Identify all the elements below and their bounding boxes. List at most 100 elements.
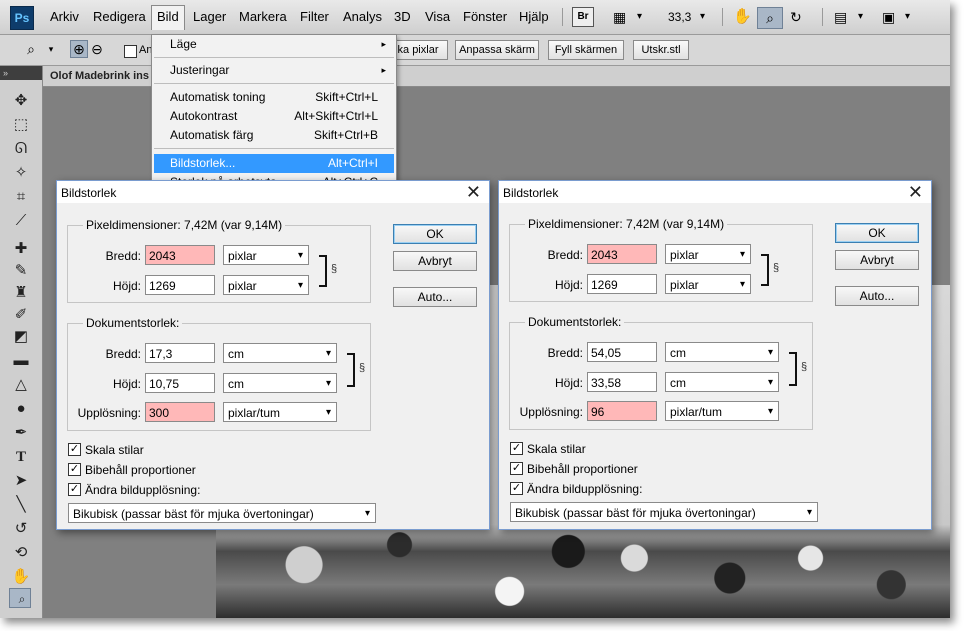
hand-tool-icon[interactable]: ✋ <box>9 566 33 588</box>
lasso-tool-icon[interactable]: ᘏ <box>9 138 33 160</box>
menu-visa[interactable]: Visa <box>425 9 450 24</box>
chevron-down-icon[interactable]: ▾ <box>42 40 60 58</box>
auto-button[interactable]: Auto... <box>835 286 919 306</box>
bridge-button[interactable]: Br <box>572 7 594 27</box>
move-tool-icon[interactable]: ✥ <box>9 90 33 112</box>
doc-width-input[interactable]: 54,05 <box>587 342 657 362</box>
brush-tool-icon[interactable]: ✎ <box>9 260 33 282</box>
close-icon[interactable]: ✕ <box>466 182 481 202</box>
resample-method-select[interactable]: Bikubisk (passar bäst för mjuka övertoni… <box>510 502 818 522</box>
menu-analys[interactable]: Analys <box>343 9 382 24</box>
tools-panel-header[interactable]: » <box>0 66 42 80</box>
fill-screen-button[interactable]: Fyll skärmen <box>548 40 624 60</box>
healing-brush-tool-icon[interactable]: ✚ <box>9 238 33 260</box>
doc-height-input[interactable]: 10,75 <box>145 373 215 393</box>
resolution-unit-select[interactable]: pixlar/tum ▾ <box>665 401 779 421</box>
close-icon[interactable]: ✕ <box>908 182 923 202</box>
doc-height-unit-select[interactable]: cm ▾ <box>223 373 337 393</box>
cancel-button[interactable]: Avbryt <box>835 250 919 270</box>
pixel-height-input[interactable]: 1269 <box>145 275 215 295</box>
dodge-tool-icon[interactable]: ● <box>9 398 33 420</box>
menu-filter[interactable]: Filter <box>300 9 329 24</box>
doc-height-unit-select[interactable]: cm ▾ <box>665 372 779 392</box>
menu-item-automatisk-farg[interactable]: Automatisk färg Skift+Ctrl+B <box>154 126 394 145</box>
doc-height-input[interactable]: 33,58 <box>587 372 657 392</box>
chevron-down-icon[interactable]: ▾ <box>858 7 863 27</box>
keep-proportions-checkbox[interactable]: ✓ <box>68 463 81 476</box>
auto-button[interactable]: Auto... <box>393 287 477 307</box>
eraser-tool-icon[interactable]: ◩ <box>9 326 33 348</box>
menu-item-automatisk-toning[interactable]: Automatisk toning Skift+Ctrl+L <box>154 88 394 107</box>
hand-icon[interactable]: ✋ <box>733 7 752 27</box>
fit-screen-button[interactable]: Anpassa skärm <box>455 40 539 60</box>
type-tool-icon[interactable]: T <box>9 446 33 468</box>
arrange-documents-icon[interactable]: ▤ <box>834 7 847 27</box>
scale-styles-checkbox[interactable]: ✓ <box>510 442 523 455</box>
gradient-tool-icon[interactable]: ▬ <box>9 350 33 372</box>
print-size-button[interactable]: Utskr.stl <box>633 40 689 60</box>
eyedropper-tool-icon[interactable]: ⟋ <box>9 210 33 232</box>
path-selection-tool-icon[interactable]: ➤ <box>9 470 33 492</box>
zoom-in-icon[interactable]: ⊕ <box>70 40 88 58</box>
pixel-width-unit-select[interactable]: pixlar ▾ <box>223 245 309 265</box>
resample-checkbox[interactable]: ✓ <box>510 482 523 495</box>
chevron-down-icon[interactable]: ▾ <box>700 7 705 27</box>
line-tool-icon[interactable]: ╲ <box>9 494 33 516</box>
3d-rotate-tool-icon[interactable]: ↺ <box>9 518 33 540</box>
cancel-button[interactable]: Avbryt <box>393 251 477 271</box>
menu-item-justeringar[interactable]: Justeringar ▸ <box>154 61 394 80</box>
pixel-width-input[interactable]: 2043 <box>145 245 215 265</box>
zoom-level[interactable]: 33,3 <box>668 7 691 27</box>
resample-method-select[interactable]: Bikubisk (passar bäst för mjuka övertoni… <box>68 503 376 523</box>
resolution-unit-select[interactable]: pixlar/tum ▾ <box>223 402 337 422</box>
doc-width-unit-select[interactable]: cm ▾ <box>223 343 337 363</box>
chevron-down-icon[interactable]: ▾ <box>637 7 642 27</box>
zoom-tool-icon[interactable]: ⌕ <box>22 40 40 58</box>
ok-button[interactable]: OK <box>393 224 477 244</box>
menu-item-lage[interactable]: Läge ▸ <box>154 35 394 54</box>
menu-bild[interactable]: Bild <box>151 5 185 30</box>
resample-checkbox[interactable]: ✓ <box>68 483 81 496</box>
menu-arkiv[interactable]: Arkiv <box>50 9 79 24</box>
rotate-view-icon[interactable]: ↻ <box>790 7 802 27</box>
marquee-tool-icon[interactable]: ⬚ <box>9 114 33 136</box>
menu-item-autokontrast[interactable]: Autokontrast Alt+Skift+Ctrl+L <box>154 107 394 126</box>
pen-tool-icon[interactable]: ✒ <box>9 422 33 444</box>
chevron-down-icon[interactable]: ▾ <box>905 7 910 27</box>
film-strip-icon[interactable]: ▦ <box>613 7 626 27</box>
menu-markera[interactable]: Markera <box>239 9 287 24</box>
menu-item-bildstorlek[interactable]: Bildstorlek... Alt+Ctrl+I <box>154 154 394 173</box>
crop-tool-icon[interactable]: ⌗ <box>9 186 33 208</box>
doc-width-unit-select[interactable]: cm ▾ <box>665 342 779 362</box>
history-brush-tool-icon[interactable]: ✐ <box>9 304 33 326</box>
pixel-width-input[interactable]: 2043 <box>587 244 657 264</box>
resize-windows-checkbox[interactable] <box>124 45 137 58</box>
pixel-height-unit-select[interactable]: pixlar ▾ <box>223 275 309 295</box>
clone-stamp-tool-icon[interactable]: ♜ <box>9 282 33 304</box>
zoom-out-icon[interactable]: ⊖ <box>88 40 106 58</box>
zoom-tool-selected-icon[interactable]: ⌕ <box>9 588 31 608</box>
menu-3d[interactable]: 3D <box>394 9 411 24</box>
pixel-width-unit-select[interactable]: pixlar ▾ <box>665 244 751 264</box>
menu-hjalp[interactable]: Hjälp <box>519 9 549 24</box>
actual-pixels-button[interactable]: ka pixlar <box>388 40 448 60</box>
dialog-titlebar[interactable]: Bildstorlek ✕ <box>57 181 489 203</box>
screen-mode-icon[interactable]: ▣ <box>882 7 895 27</box>
pixel-height-unit-select[interactable]: pixlar ▾ <box>665 274 751 294</box>
pixel-height-input[interactable]: 1269 <box>587 274 657 294</box>
doc-width-input[interactable]: 17,3 <box>145 343 215 363</box>
scale-styles-checkbox[interactable]: ✓ <box>68 443 81 456</box>
keep-proportions-checkbox[interactable]: ✓ <box>510 462 523 475</box>
blur-tool-icon[interactable]: △ <box>9 374 33 396</box>
resolution-input[interactable]: 96 <box>587 401 657 421</box>
menu-redigera[interactable]: Redigera <box>93 9 146 24</box>
3d-orbit-tool-icon[interactable]: ⟲ <box>9 542 33 564</box>
zoom-icon[interactable]: ⌕ <box>757 7 783 29</box>
ok-button[interactable]: OK <box>835 223 919 243</box>
menu-lager[interactable]: Lager <box>193 9 226 24</box>
menu-fonster[interactable]: Fönster <box>463 9 507 24</box>
dialog-titlebar[interactable]: Bildstorlek ✕ <box>499 181 931 203</box>
resample-label: Ändra bildupplösning: <box>85 483 201 497</box>
quick-selection-tool-icon[interactable]: ✧ <box>9 162 33 184</box>
resolution-input[interactable]: 300 <box>145 402 215 422</box>
